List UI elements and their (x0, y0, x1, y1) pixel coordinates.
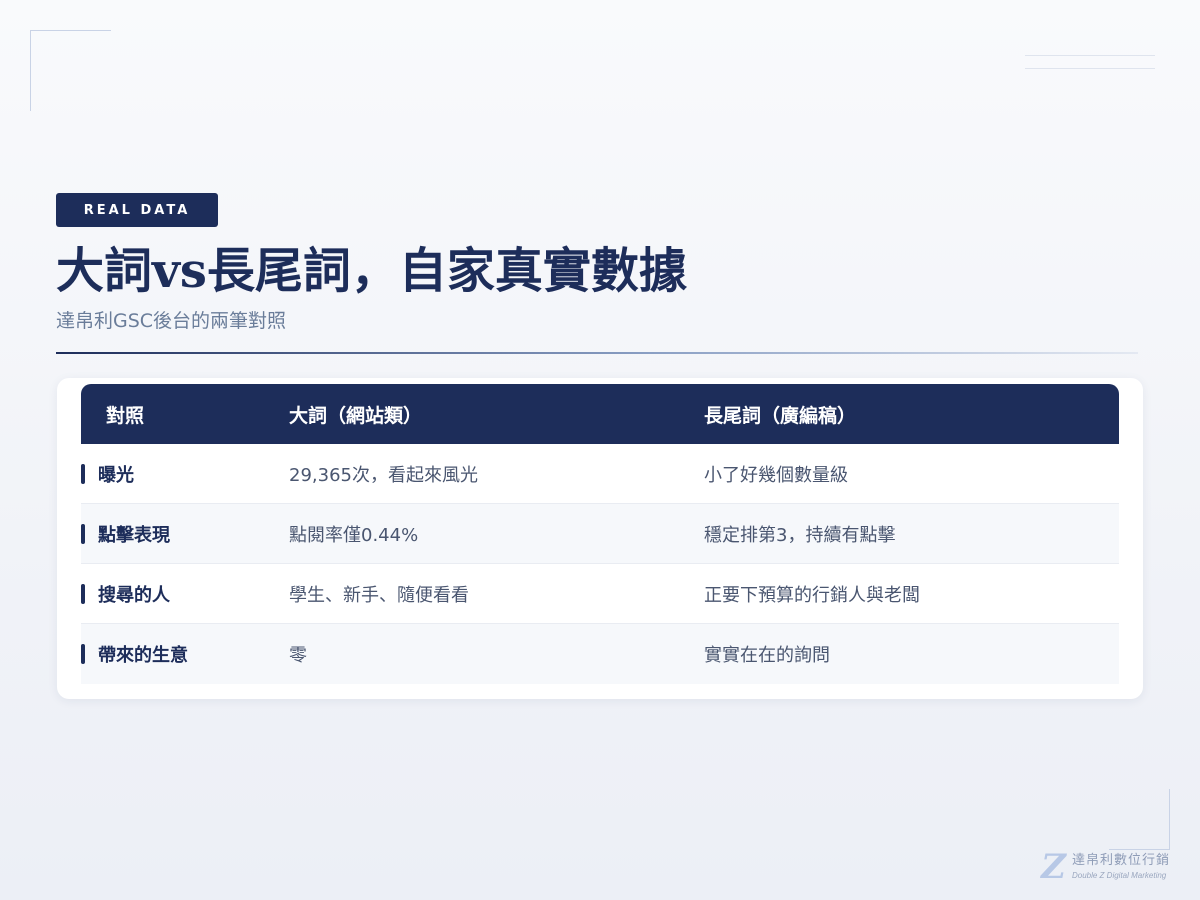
brand-logo: Z 達帛利數位行銷 Double Z Digital Marketing (1041, 850, 1170, 884)
table-row: 曝光 29,365次，看起來風光 小了好幾個數量級 (81, 444, 1119, 504)
table-row: 搜尋的人 學生、新手、隨便看看 正要下預算的行銷人與老闆 (81, 564, 1119, 624)
brand-name: 達帛利數位行銷 (1071, 853, 1170, 868)
brand-text: 達帛利數位行銷 Double Z Digital Marketing (1072, 852, 1170, 882)
table-row: 帶來的生意 零 實實在在的詢問 (81, 624, 1119, 684)
brand-tagline: Double Z Digital Marketing (1071, 871, 1167, 880)
row-label-text: 曝光 (98, 464, 134, 486)
row-label: 搜尋的人 (81, 581, 289, 607)
long-tail-cell: 正要下預算的行銷人與老闆 (704, 584, 920, 606)
comparison-table: 對照 大詞（網站類） 長尾詞（廣編稿） 曝光 29,365次，看起來風光 小了好… (81, 384, 1119, 684)
brand-z-icon: Z (1041, 847, 1066, 887)
table-header-row: 對照 大詞（網站類） 長尾詞（廣編稿） (81, 384, 1119, 444)
row-label: 點擊表現 (81, 521, 289, 547)
long-tail-cell: 小了好幾個數量級 (704, 464, 848, 486)
row-label-text: 點擊表現 (98, 524, 170, 546)
header-long-tail-keyword: 長尾詞（廣編稿） (704, 404, 857, 427)
page-subtitle: 達帛利GSC後台的兩筆對照 (56, 310, 287, 332)
long-tail-cell: 穩定排第3，持續有點擊 (704, 524, 896, 546)
long-tail-cell: 實實在在的詢問 (704, 645, 830, 666)
row-label: 帶來的生意 (81, 641, 289, 667)
row-label: 曝光 (81, 461, 289, 487)
row-marker (81, 463, 85, 484)
big-keyword-cell: 點閱率僅0.44% (289, 524, 419, 546)
page-title: 大詞vs長尾詞，自家真實數據 (56, 243, 687, 299)
corner-decoration-top-left (30, 30, 111, 111)
header-big-keyword: 大詞（網站類） (289, 404, 423, 427)
header-compare: 對照 (106, 404, 145, 427)
row-label-text: 帶來的生意 (98, 645, 188, 666)
comparison-table-card: 對照 大詞（網站類） 長尾詞（廣編稿） 曝光 29,365次，看起來風光 小了好… (57, 378, 1143, 699)
row-marker (81, 644, 85, 664)
corner-decoration-bottom-right (1109, 789, 1170, 850)
big-keyword-cell: 學生、新手、隨便看看 (289, 584, 469, 606)
title-divider (56, 352, 1138, 354)
row-marker (81, 523, 85, 544)
big-keyword-cell: 零 (289, 645, 307, 666)
line-decoration-top-right (1025, 55, 1155, 81)
row-label-text: 搜尋的人 (98, 584, 170, 606)
real-data-badge: REAL DATA (56, 193, 218, 227)
row-marker (81, 583, 85, 604)
big-keyword-cell: 29,365次，看起來風光 (289, 464, 478, 486)
table-row: 點擊表現 點閱率僅0.44% 穩定排第3，持續有點擊 (81, 504, 1119, 564)
